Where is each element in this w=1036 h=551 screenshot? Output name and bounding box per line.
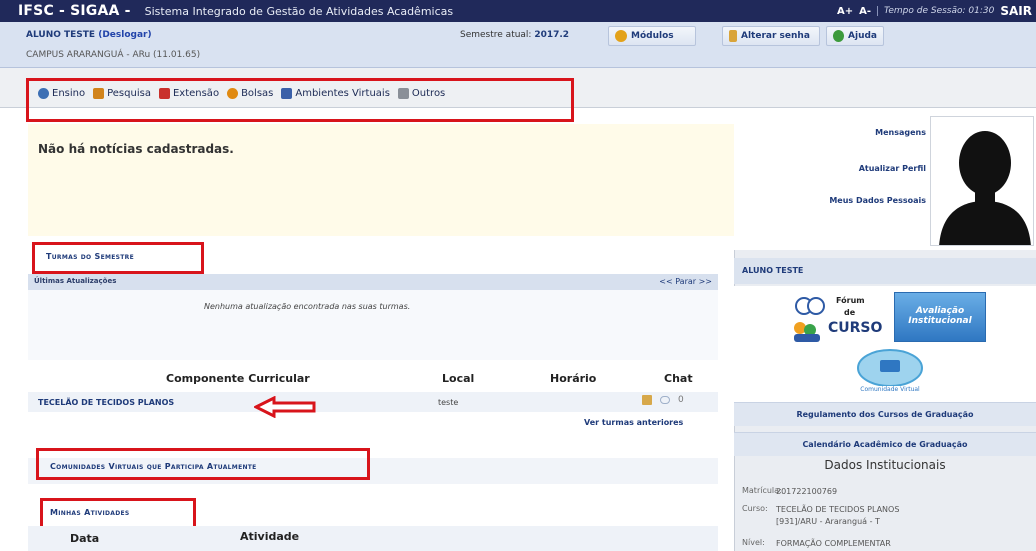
- institutional-row-curso: Curso: TECELÃO DE TECIDOS PLANOS [931]/A…: [742, 504, 916, 528]
- matricula-label: Matrícula:: [742, 486, 782, 495]
- class-chat: 0: [642, 395, 684, 405]
- user-name-block: ALUNO TESTE (Deslogar): [26, 30, 152, 40]
- communities-section-highlight: [36, 448, 370, 480]
- change-password-label: Alterar senha: [741, 31, 810, 41]
- user-name: ALUNO TESTE: [26, 30, 96, 40]
- font-increase-button[interactable]: A+: [837, 6, 853, 17]
- forum-curso-logo[interactable]: Fórum de CURSO: [790, 294, 882, 344]
- portal-logos: Fórum de CURSO Avaliação Institucional C…: [734, 286, 1036, 402]
- personal-data-link[interactable]: Meus Dados Pessoais: [829, 196, 926, 205]
- modules-button-label: Módulos: [631, 31, 674, 41]
- updates-panel: Nenhuma atualização encontrada nas suas …: [28, 290, 718, 360]
- curso-label: Curso:: [742, 504, 768, 513]
- column-component: Componente Curricular: [166, 372, 310, 385]
- virtual-community-logo[interactable]: Comunidade Virtual: [844, 346, 936, 398]
- semester-label: Semestre atual:: [460, 30, 532, 40]
- help-button[interactable]: Ajuda: [826, 26, 884, 46]
- curso-value: TECELÃO DE TECIDOS PLANOS [931]/ARU - Ar…: [776, 505, 900, 526]
- community-badge-icon: [857, 349, 923, 387]
- chat-bubble-icon[interactable]: [660, 396, 670, 404]
- chat-count: 0: [678, 395, 684, 405]
- forum-logo-line2: de: [844, 308, 856, 317]
- update-profile-link[interactable]: Atualizar Perfil: [859, 164, 926, 173]
- previous-classes-link[interactable]: Ver turmas anteriores: [584, 418, 683, 427]
- classes-table-header: Componente Curricular Local Horário Chat: [28, 368, 718, 388]
- user-info-bar: ALUNO TESTE (Deslogar) CAMPUS ARARANGUÁ …: [0, 22, 1036, 68]
- table-row: TECELÃO DE TECIDOS PLANOS teste 0: [28, 392, 718, 412]
- updates-header: Últimas Atualizações << Parar >>: [28, 274, 718, 290]
- key-icon: [729, 30, 737, 42]
- campus-label: CAMPUS ARARANGUÁ - ARu (11.01.65): [26, 50, 201, 60]
- student-name-bar: ALUNO TESTE: [734, 258, 1036, 284]
- column-chat: Chat: [664, 372, 693, 385]
- font-decrease-button[interactable]: A-: [859, 6, 871, 17]
- messages-link[interactable]: Mensagens: [875, 128, 926, 137]
- community-logo-caption: Comunidade Virtual: [860, 386, 920, 393]
- institutional-row-nivel: Nível: FORMAÇÃO COMPLEMENTAR: [742, 538, 1026, 550]
- modules-button[interactable]: Módulos: [608, 26, 696, 46]
- column-schedule: Horário: [550, 372, 597, 385]
- institutional-data-title: Dados Institucionais: [824, 458, 946, 472]
- news-panel: Não há notícias cadastradas.: [28, 124, 734, 236]
- logout-link[interactable]: (Deslogar): [98, 30, 151, 40]
- session-timer: Tempo de Sessão: 01:30: [876, 6, 994, 16]
- forum-logo-line3: CURSO: [828, 320, 883, 336]
- semester-indicator: Semestre atual: 2017.2: [460, 30, 569, 40]
- calendar-link[interactable]: Calendário Acadêmico de Graduação: [734, 432, 1036, 456]
- matricula-value: 201722100769: [776, 487, 838, 496]
- nivel-label: Nível:: [742, 538, 765, 547]
- student-name: ALUNO TESTE: [742, 266, 804, 275]
- user-silhouette-icon: [939, 131, 1031, 245]
- column-activity: Atividade: [240, 530, 300, 543]
- updates-empty-message: Nenhuma atualização encontrada nas suas …: [204, 302, 411, 311]
- system-title-bar: IFSC - SIGAA - Sistema Integrado de Gest…: [0, 0, 1036, 22]
- avatar: [930, 116, 1034, 246]
- system-subtitle: Sistema Integrado de Gestão de Atividade…: [144, 4, 454, 18]
- evaluation-logo-line2: Institucional: [908, 316, 972, 326]
- class-local: teste: [438, 398, 459, 407]
- regulation-link[interactable]: Regulamento dos Cursos de Graduação: [734, 402, 1036, 426]
- news-empty-message: Não há notícias cadastradas.: [38, 142, 234, 156]
- classes-section-highlight: [32, 242, 204, 274]
- institutional-row-matricula: Matrícula: 201722100769: [742, 486, 1026, 498]
- menu-highlight-frame: [26, 78, 574, 122]
- nivel-value: FORMAÇÃO COMPLEMENTAR: [776, 539, 891, 548]
- help-icon: [833, 30, 845, 42]
- activities-table-header: Data Atividade: [28, 526, 718, 551]
- class-name-link[interactable]: TECELÃO DE TECIDOS PLANOS: [38, 398, 174, 407]
- chat-room-icon[interactable]: [642, 395, 652, 405]
- help-button-label: Ajuda: [848, 31, 877, 41]
- institutional-evaluation-logo[interactable]: Avaliação Institucional: [894, 292, 986, 342]
- column-local: Local: [442, 372, 475, 385]
- forum-logo-line1: Fórum: [836, 296, 865, 305]
- column-date: Data: [70, 532, 100, 545]
- system-brand: IFSC - SIGAA -: [18, 3, 131, 19]
- top-right-controls: A+ A- Tempo de Sessão: 01:30 SAIR: [837, 0, 1032, 22]
- change-password-button[interactable]: Alterar senha: [722, 26, 820, 46]
- annotation-arrow-icon: [254, 396, 316, 418]
- updates-stop-button[interactable]: << Parar >>: [659, 277, 712, 286]
- updates-title: Últimas Atualizações: [34, 277, 117, 285]
- modules-icon: [615, 30, 627, 42]
- semester-value: 2017.2: [534, 30, 570, 40]
- logout-exit-button[interactable]: SAIR: [1000, 4, 1032, 18]
